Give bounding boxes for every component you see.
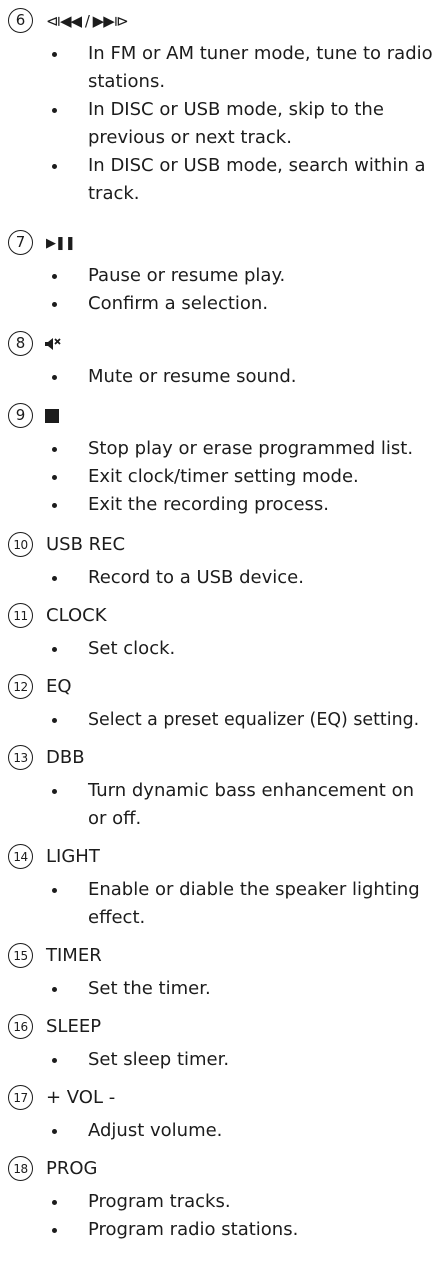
item-heading: 6 xyxy=(8,7,33,34)
item-heading: 18 xyxy=(8,1155,33,1182)
clock-label: CLOCK xyxy=(46,605,107,626)
list-item: Mute or resume sound. xyxy=(0,363,433,391)
bullet-list: Record to a USB device. xyxy=(0,564,433,592)
item-heading: 17 xyxy=(8,1084,33,1111)
item-heading: 8 xyxy=(8,330,33,357)
item-heading: 7 xyxy=(8,229,33,256)
item-number-badge: 15 xyxy=(8,943,33,968)
item-heading: 9 xyxy=(8,402,33,429)
bullet-icon xyxy=(52,718,57,723)
mute-icon xyxy=(45,330,61,357)
bullet-icon xyxy=(52,164,57,169)
prog-label: PROG xyxy=(46,1158,98,1179)
list-item: Set clock. xyxy=(0,635,433,663)
item-heading: 14 xyxy=(8,843,33,870)
item-number-badge: 12 xyxy=(8,674,33,699)
list-item: Program radio stations. xyxy=(0,1216,433,1244)
manual-page: 6 ⧏◀◀ / ▶▶⧐ In FM or AM tuner mode, tune… xyxy=(0,0,445,1272)
bullet-icon xyxy=(52,1058,57,1063)
bullet-icon xyxy=(52,1228,57,1233)
bullet-list: Set clock. xyxy=(0,635,433,663)
list-item: Confirm a selection. xyxy=(0,290,433,318)
timer-label: TIMER xyxy=(46,945,102,966)
bullet-list: Select a preset equalizer (EQ) setting. xyxy=(0,706,445,734)
bullet-icon xyxy=(52,576,57,581)
bullet-icon xyxy=(52,52,57,57)
bullet-icon xyxy=(52,987,57,992)
item-number-badge: 17 xyxy=(8,1085,33,1110)
bullet-icon xyxy=(52,274,57,279)
light-label: LIGHT xyxy=(46,846,100,867)
bullet-icon xyxy=(52,447,57,452)
bullet-icon xyxy=(52,302,57,307)
usb-rec-label: USB REC xyxy=(46,534,126,555)
bullet-icon xyxy=(52,647,57,652)
bullet-list: Pause or resume play. Confirm a selectio… xyxy=(0,262,433,318)
list-item: In DISC or USB mode, search within a tra… xyxy=(0,152,433,208)
item-number-badge: 9 xyxy=(8,403,33,428)
item-heading: 11 xyxy=(8,602,33,629)
list-item: Enable or diable the speaker lighting ef… xyxy=(0,876,433,932)
bullet-list: Program tracks. Program radio stations. xyxy=(0,1188,433,1244)
bullet-list: Enable or diable the speaker lighting ef… xyxy=(0,876,433,932)
bullet-list: Mute or resume sound. xyxy=(0,363,433,391)
eq-label: EQ xyxy=(46,676,72,697)
list-item: In DISC or USB mode, skip to the previou… xyxy=(0,96,433,152)
item-heading: 12 xyxy=(8,673,33,700)
bullet-list: Adjust volume. xyxy=(0,1117,433,1145)
stop-square-icon xyxy=(45,402,59,429)
list-item: Turn dynamic bass enhancement on or off. xyxy=(0,777,433,833)
list-item: Adjust volume. xyxy=(0,1117,433,1145)
bullet-icon xyxy=(52,888,57,893)
item-number-badge: 11 xyxy=(8,603,33,628)
item-heading: 10 xyxy=(8,531,33,558)
item-number-badge: 14 xyxy=(8,844,33,869)
item-heading: 15 xyxy=(8,942,33,969)
item-number-badge: 7 xyxy=(8,230,33,255)
dbb-label: DBB xyxy=(46,747,85,768)
item-number-badge: 18 xyxy=(8,1156,33,1181)
item-number-badge: 16 xyxy=(8,1014,33,1039)
list-item: Exit clock/timer setting mode. xyxy=(0,463,433,491)
list-item: Program tracks. xyxy=(0,1188,433,1216)
play-pause-label: ▶❚❚ xyxy=(46,236,76,251)
bullet-icon xyxy=(52,503,57,508)
bullet-icon xyxy=(52,475,57,480)
item-number-badge: 6 xyxy=(8,8,33,33)
sleep-label: SLEEP xyxy=(46,1016,102,1037)
volume-label: + VOL - xyxy=(46,1087,116,1108)
item-number-badge: 13 xyxy=(8,745,33,770)
bullet-icon xyxy=(52,1200,57,1205)
list-item: Exit the recording process. xyxy=(0,491,433,519)
item-heading: 16 xyxy=(8,1013,33,1040)
item-heading: 13 xyxy=(8,744,33,771)
previous-next-label: ⧏◀◀ / ▶▶⧐ xyxy=(46,12,129,30)
bullet-list: Stop play or erase programmed list. Exit… xyxy=(0,435,433,519)
bullet-list: Set sleep timer. xyxy=(0,1046,433,1074)
list-item: Select a preset equalizer (EQ) setting. xyxy=(0,706,445,734)
item-number-badge: 10 xyxy=(8,532,33,557)
bullet-icon xyxy=(52,789,57,794)
bullet-list: Set the timer. xyxy=(0,975,433,1003)
bullet-icon xyxy=(52,1129,57,1134)
list-item: Pause or resume play. xyxy=(0,262,433,290)
list-item: Set the timer. xyxy=(0,975,433,1003)
list-item: Set sleep timer. xyxy=(0,1046,433,1074)
bullet-list: In FM or AM tuner mode, tune to radio st… xyxy=(0,40,433,208)
bullet-list: Turn dynamic bass enhancement on or off. xyxy=(0,777,433,833)
bullet-icon xyxy=(52,375,57,380)
list-item: Record to a USB device. xyxy=(0,564,433,592)
list-item: Stop play or erase programmed list. xyxy=(0,435,433,463)
list-item: In FM or AM tuner mode, tune to radio st… xyxy=(0,40,433,96)
item-number-badge: 8 xyxy=(8,331,33,356)
bullet-icon xyxy=(52,108,57,113)
